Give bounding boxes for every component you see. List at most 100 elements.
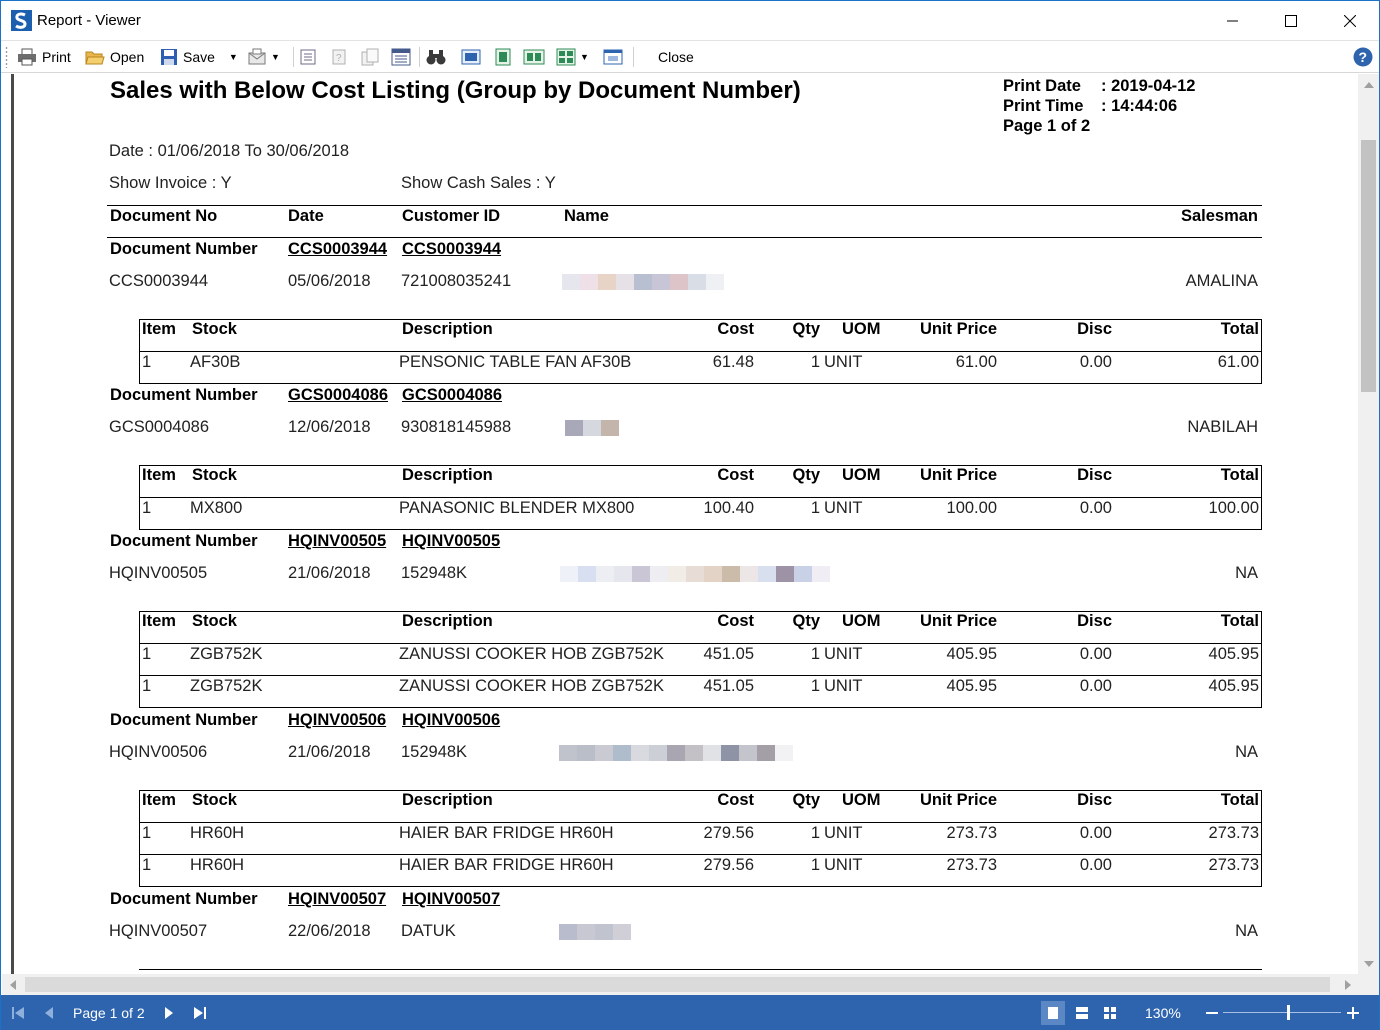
toolbar-separator bbox=[633, 47, 634, 67]
close-icon bbox=[1344, 14, 1356, 27]
previous-page-button[interactable] bbox=[43, 995, 55, 1030]
view-mode-dropdown-icon[interactable]: ▼ bbox=[580, 52, 589, 62]
find-button[interactable] bbox=[426, 44, 446, 70]
full-screen-icon bbox=[603, 49, 623, 65]
document-no: HQINV00507 bbox=[109, 922, 208, 940]
group-document-number: HQINV00507 bbox=[288, 890, 387, 908]
zoom-slider-thumb[interactable] bbox=[1287, 1005, 1290, 1020]
item-number: 1 bbox=[142, 499, 152, 517]
scroll-right-button[interactable] bbox=[1337, 974, 1358, 995]
total-column-header: Total bbox=[1220, 466, 1259, 484]
one-page-button[interactable] bbox=[493, 44, 513, 70]
editor-icon bbox=[391, 48, 411, 66]
scroll-down-button[interactable] bbox=[1358, 953, 1379, 974]
horizontal-scrollbar[interactable] bbox=[2, 974, 1358, 995]
two-pages-button[interactable] bbox=[523, 44, 545, 70]
send-button[interactable]: ▼ bbox=[247, 44, 280, 70]
toolbar-grip[interactable] bbox=[5, 46, 8, 68]
send-dropdown-icon[interactable]: ▼ bbox=[271, 52, 280, 62]
zoom-out-button[interactable] bbox=[1206, 995, 1218, 1030]
item-unit-price: 405.95 bbox=[946, 677, 997, 695]
two-pages-icon bbox=[523, 49, 545, 65]
cost-column-header: Cost bbox=[717, 320, 754, 338]
item-total: 61.00 bbox=[1217, 353, 1259, 371]
document-no: HQINV00506 bbox=[109, 743, 208, 761]
customer-id: 721008035241 bbox=[401, 272, 512, 290]
group-document-number: HQINV00505 bbox=[288, 532, 387, 550]
close-report-button[interactable]: Close bbox=[658, 44, 694, 70]
page-indicator[interactable]: Page 1 of 2 bbox=[73, 995, 145, 1030]
item-unit-price: 405.95 bbox=[946, 645, 997, 663]
total-column-header: Total bbox=[1220, 791, 1259, 809]
resources-button[interactable] bbox=[361, 44, 379, 70]
item-cost: 451.05 bbox=[703, 645, 754, 663]
group-document-number: HQINV00505 bbox=[402, 532, 501, 550]
show-invoice-filter: Show Invoice : Y bbox=[109, 174, 232, 192]
group-label: Document Number bbox=[110, 711, 258, 729]
scroll-up-button[interactable] bbox=[1358, 74, 1379, 95]
save-button[interactable]: Save ▼ bbox=[160, 44, 238, 70]
save-label: Save bbox=[183, 49, 215, 65]
horizontal-scroll-thumb[interactable] bbox=[25, 977, 1330, 992]
zoom-slider-track[interactable] bbox=[1223, 1012, 1341, 1013]
save-dropdown-icon[interactable]: ▼ bbox=[229, 52, 238, 62]
item-total: 273.73 bbox=[1208, 824, 1259, 842]
page-edge bbox=[11, 74, 14, 974]
help-button[interactable]: ? bbox=[1353, 44, 1373, 70]
disc-column-header: Disc bbox=[1077, 466, 1112, 484]
arrow-up-icon bbox=[1363, 81, 1374, 88]
multi-page-view-button[interactable] bbox=[1103, 995, 1117, 1030]
envelope-icon bbox=[248, 48, 266, 65]
multiple-pages-button[interactable]: ▼ bbox=[556, 44, 589, 70]
item-unit-price: 273.73 bbox=[946, 856, 997, 874]
continuous-view-button[interactable] bbox=[1075, 995, 1089, 1030]
toolbar-separator bbox=[419, 47, 420, 67]
vertical-scrollbar[interactable] bbox=[1358, 74, 1379, 974]
report-page[interactable]: Sales with Below Cost Listing (Group by … bbox=[2, 74, 1358, 974]
open-button[interactable]: Open bbox=[85, 44, 144, 70]
document-date: 22/06/2018 bbox=[288, 922, 371, 940]
column-header-name: Name bbox=[564, 207, 609, 225]
uom-column-header: UOM bbox=[842, 320, 881, 338]
qty-column-header: Qty bbox=[792, 320, 820, 338]
customer-id: 930818145988 bbox=[401, 418, 512, 436]
first-page-button[interactable] bbox=[11, 995, 25, 1030]
unit-price-column-header: Unit Price bbox=[919, 612, 997, 630]
report-title: Sales with Below Cost Listing (Group by … bbox=[110, 77, 801, 104]
document-date: 21/06/2018 bbox=[288, 743, 371, 761]
parameters-button[interactable]: ? bbox=[331, 44, 347, 70]
window-title: Report - Viewer bbox=[37, 12, 141, 29]
zoom-in-button[interactable] bbox=[1347, 995, 1359, 1030]
maximize-button[interactable] bbox=[1262, 1, 1320, 40]
item-disc: 0.00 bbox=[1079, 677, 1112, 695]
bookmarks-icon bbox=[300, 49, 316, 65]
column-header-salesman: Salesman bbox=[1180, 207, 1258, 225]
scroll-left-button[interactable] bbox=[2, 974, 23, 995]
resources-icon bbox=[361, 48, 379, 66]
last-page-button[interactable] bbox=[193, 995, 207, 1030]
last-page-icon bbox=[194, 1006, 206, 1019]
single-page-view-button[interactable] bbox=[1041, 1001, 1065, 1025]
next-page-button[interactable] bbox=[163, 995, 175, 1030]
full-screen-button[interactable] bbox=[603, 44, 623, 70]
fit-width-button[interactable] bbox=[461, 44, 481, 70]
vertical-scroll-thumb[interactable] bbox=[1361, 140, 1376, 392]
editor-button[interactable] bbox=[391, 44, 411, 70]
minimize-button[interactable] bbox=[1204, 1, 1262, 40]
close-window-button[interactable] bbox=[1321, 1, 1379, 40]
cost-column-header: Cost bbox=[717, 466, 754, 484]
group-document-number: CCS0003944 bbox=[288, 240, 388, 258]
item-description: PANASONIC BLENDER MX800 bbox=[399, 499, 635, 517]
group-label: Document Number bbox=[110, 386, 258, 404]
item-stock: HR60H bbox=[190, 856, 245, 874]
print-date-value: : 2019-04-12 bbox=[1101, 77, 1196, 95]
uom-column-header: UOM bbox=[842, 612, 881, 630]
item-header-rule bbox=[139, 497, 1262, 498]
item-row-rule bbox=[139, 675, 1262, 676]
arrow-down-icon bbox=[1363, 960, 1374, 967]
print-time-label: Print Time bbox=[1003, 97, 1084, 115]
bookmarks-button[interactable] bbox=[300, 44, 316, 70]
column-header-customer-id: Customer ID bbox=[402, 207, 501, 225]
print-button[interactable]: Print bbox=[17, 44, 71, 70]
stock-column-header: Stock bbox=[192, 320, 237, 338]
